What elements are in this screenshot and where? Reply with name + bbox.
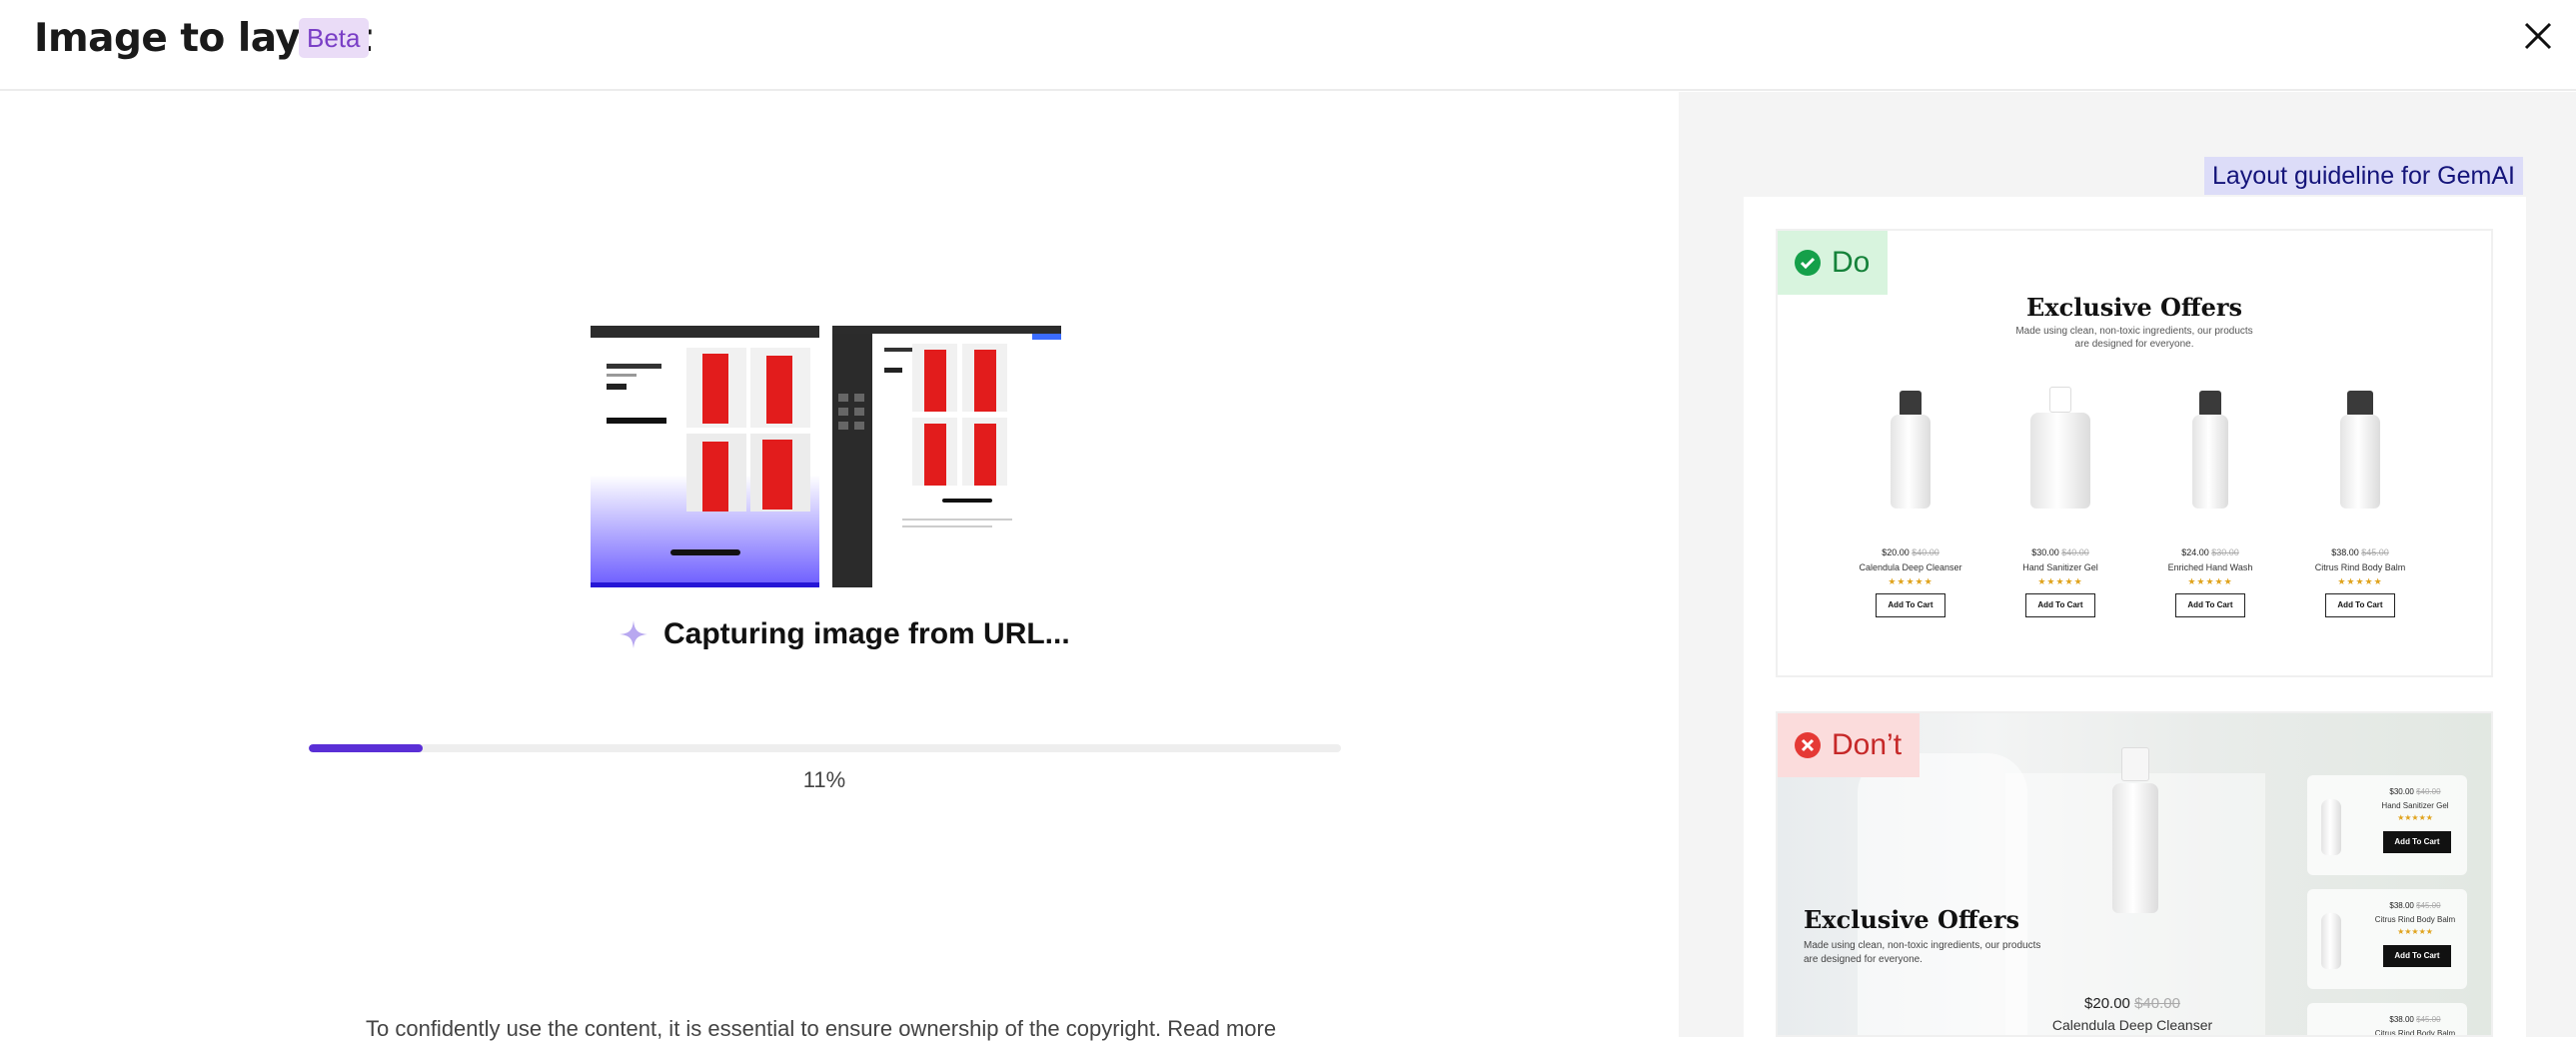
do-label: Do <box>1832 246 1871 279</box>
beta-badge: Beta <box>299 18 369 58</box>
product-name: Calendula Deep Cleanser <box>1859 562 1962 572</box>
progress-percent: 11% <box>802 767 846 792</box>
do-badge: Do <box>1778 231 1889 295</box>
product-bottle <box>1891 415 1931 509</box>
do-product-card: $20.00 $40.00 Calendula Deep Cleanser ★★… <box>1836 391 1985 650</box>
capture-status: Capturing image from URL... <box>618 612 1070 656</box>
product-rating: ★★★★★ <box>1888 576 1933 586</box>
copyright-notice: To confidently use the content, it is es… <box>366 1016 1276 1042</box>
do-product-card: $38.00 $45.00 Citrus Rind Body Balm ★★★★… <box>2285 391 2435 650</box>
do-product-card: $24.00 $30.00 Enriched Hand Wash ★★★★★ A… <box>2135 391 2285 650</box>
bottle-cap <box>2049 387 2071 413</box>
product-name: Hand Sanitizer Gel <box>2381 801 2449 810</box>
product-price: $38.00 $45.00 <box>2389 901 2441 910</box>
product-name: Enriched Hand Wash <box>2167 562 2253 572</box>
product-bottle <box>2321 913 2341 969</box>
product-name: Citrus Rind Body Balm <box>2374 915 2456 924</box>
bottle-cap <box>2199 391 2221 417</box>
check-circle-icon <box>1795 250 1821 276</box>
product-price: $38.00 $45.00 <box>2389 1015 2441 1024</box>
add-to-cart-button[interactable]: Add To Cart <box>2383 831 2451 853</box>
close-button[interactable] <box>2520 18 2556 54</box>
side-product-card: $38.00 $45.00 Citrus Rind Body Balm ★★★★… <box>2307 889 2467 989</box>
editor-preview <box>832 326 1061 587</box>
close-icon[interactable] <box>2520 18 2556 54</box>
product-rating: ★★★★★ <box>2187 576 2233 586</box>
do-product-card: $30.00 $40.00 Hand Sanitizer Gel ★★★★★ A… <box>1985 387 2135 650</box>
product-rating: ★★★★★ <box>2397 813 2433 822</box>
product-price: $38.00 $45.00 <box>2331 547 2389 557</box>
dont-example: Don’t Exclusive Offers Made using clean,… <box>1776 711 2493 1037</box>
bottle-cap <box>2347 391 2373 417</box>
product-name: Hand Sanitizer Gel <box>2022 562 2098 572</box>
progress-bar <box>309 744 1341 752</box>
add-to-cart-button[interactable]: Add To Cart <box>2383 945 2451 967</box>
x-circle-icon <box>1795 732 1821 758</box>
modal-header: Image to layout Beta <box>0 0 2576 91</box>
add-to-cart-button[interactable]: Add To Cart <box>2025 593 2095 617</box>
bottle-cap <box>2121 747 2149 781</box>
side-product-card: $30.00 $40.00 Hand Sanitizer Gel ★★★★★ A… <box>2307 775 2467 875</box>
main-product-price: $20.00 $40.00 <box>2084 995 2180 1012</box>
product-price: $30.00 $40.00 <box>2031 547 2089 557</box>
product-bottle <box>2192 415 2228 509</box>
bottle-cap <box>1900 391 1922 417</box>
do-offers-subtitle-1: Made using clean, non-toxic ingredients,… <box>2015 326 2253 337</box>
product-bottle <box>2321 799 2341 855</box>
do-offers-title: Exclusive Offers <box>2025 293 2242 322</box>
progress-bar-fill <box>309 744 423 752</box>
product-price: $30.00 $40.00 <box>2389 787 2441 796</box>
side-product-card: $38.00 $45.00 Citrus Rind Body Balm <box>2307 1003 2467 1037</box>
dont-label: Don’t <box>1832 728 1903 761</box>
dont-offers-subtitle-1: Made using clean, non-toxic ingredients,… <box>1804 940 2041 951</box>
add-to-cart-button[interactable]: Add To Cart <box>1876 593 1945 617</box>
do-offers-subtitle-2: are designed for everyone. <box>2074 339 2194 350</box>
product-rating: ★★★★★ <box>2037 576 2083 586</box>
dont-badge: Don’t <box>1778 713 1921 777</box>
main-product-name: Calendula Deep Cleanser <box>2051 1017 2213 1033</box>
capture-status-text: Capturing image from URL... <box>663 617 1070 650</box>
dont-offers-subtitle-2: are designed for everyone. <box>1804 954 1923 965</box>
do-example: Do Exclusive Offers Made using clean, no… <box>1776 229 2493 677</box>
product-bottle <box>2030 413 2090 509</box>
product-name: Citrus Rind Body Balm <box>2374 1029 2456 1037</box>
sparkle-icon <box>620 620 647 648</box>
product-name: Citrus Rind Body Balm <box>2314 562 2406 572</box>
product-bottle <box>2340 415 2380 509</box>
product-price: $24.00 $30.00 <box>2181 547 2239 557</box>
blurred-bottle-background <box>1858 753 2027 1035</box>
add-to-cart-button[interactable]: Add To Cart <box>2325 593 2395 617</box>
product-price: $20.00 $40.00 <box>1882 547 1939 557</box>
product-bottle <box>2112 783 2158 913</box>
guideline-label: Layout guideline for GemAI <box>2204 157 2523 195</box>
copyright-notice-text: To confidently use the content, it is es… <box>366 1016 1277 1041</box>
product-rating: ★★★★★ <box>2337 576 2383 586</box>
add-to-cart-button[interactable]: Add To Cart <box>2175 593 2245 617</box>
captured-page-preview <box>591 326 819 587</box>
product-rating: ★★★★★ <box>2397 927 2433 936</box>
dont-offers-title: Exclusive Offers <box>1804 905 2020 934</box>
